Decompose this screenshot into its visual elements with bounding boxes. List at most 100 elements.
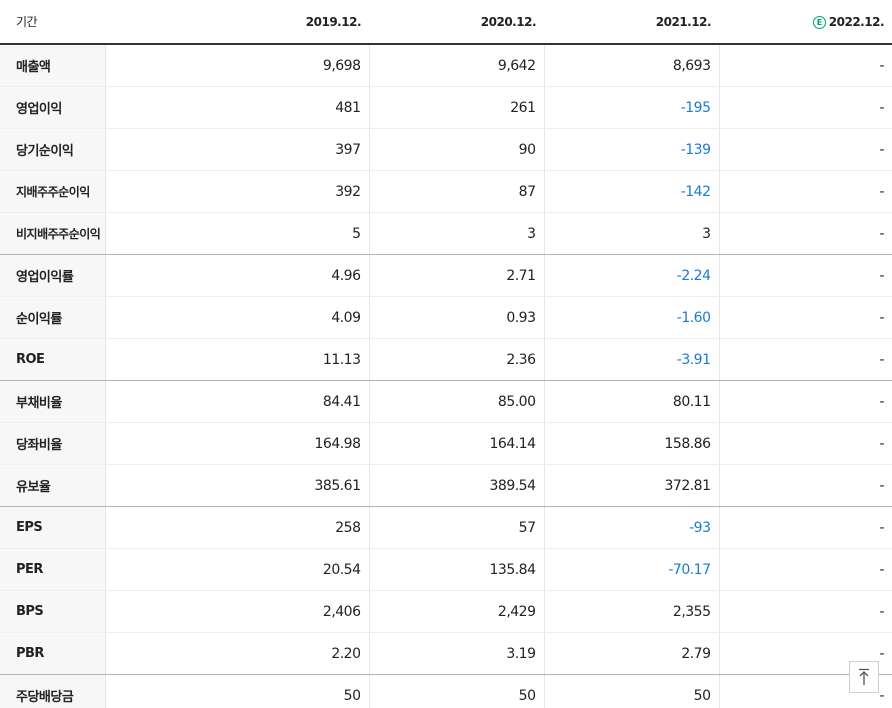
row-label: 순이익률 [0,296,106,339]
financial-table: 기간 2019.12. 2020.12. 2021.12. E 2022.12. … [0,0,892,708]
value-cell: 2.79 [544,632,720,675]
value-cell: 4.09 [105,296,370,339]
value-cell: - [719,464,892,507]
value-cell: -139 [544,128,720,171]
value-cell: 2,355 [544,590,720,633]
table-row: 매출액 9,698 9,642 8,693- [0,44,892,87]
value-cell: 2,406 [105,590,370,633]
value-cell: - [719,506,892,549]
value-cell: 3 [369,212,545,255]
table-row: PBR 2.20 3.19 2.79- [0,632,892,675]
value-cell: 84.41 [105,380,370,423]
period-2021-header: 2021.12. [544,0,719,45]
value-cell: 50 [105,674,370,708]
value-cell: 261 [369,86,545,129]
table-row: 당기순이익 397 90 -139- [0,128,892,171]
value-cell: -70.17 [544,548,720,591]
value-cell: 9,698 [105,44,370,87]
table-row: 유보율 385.61 389.54 372.81- [0,464,892,507]
value-cell: 2.36 [369,338,545,381]
value-cell: - [719,212,892,255]
value-cell: 164.98 [105,422,370,465]
row-label: PER [0,548,106,591]
value-cell: 4.96 [105,254,370,297]
value-cell: 392 [105,170,370,213]
value-cell: - [719,44,892,87]
row-label: 비지배주주순이익 [0,212,106,255]
value-cell: 8,693 [544,44,720,87]
value-cell: - [719,170,892,213]
value-cell: 50 [544,674,720,708]
row-label: 영업이익 [0,86,106,129]
value-cell: -93 [544,506,720,549]
value-cell: 5 [105,212,370,255]
row-label: 지배주주순이익 [0,170,106,213]
value-cell: 3.19 [369,632,545,675]
row-label: ROE [0,338,106,381]
estimate-badge-icon: E [812,15,826,29]
value-cell: 20.54 [105,548,370,591]
value-cell: - [719,338,892,381]
value-cell: - [719,86,892,129]
value-cell: 3 [544,212,720,255]
value-cell: 9,642 [369,44,545,87]
table-row: 주당배당금 50 50 50- [0,674,892,708]
value-cell: 87 [369,170,545,213]
table-row: PER 20.54 135.84 -70.17- [0,548,892,591]
row-label: 부채비율 [0,380,106,423]
table-row: 당좌비율 164.98 164.14 158.86- [0,422,892,465]
table-row: ROE 11.13 2.36 -3.91- [0,338,892,381]
period-header: 기간 [0,0,105,45]
row-label: 매출액 [0,44,106,87]
value-cell: -142 [544,170,720,213]
arrow-up-to-line-icon [859,668,869,685]
row-label: 주당배당금 [0,674,106,708]
value-cell: -3.91 [544,338,720,381]
value-cell: - [719,380,892,423]
value-cell: 90 [369,128,545,171]
value-cell: - [719,548,892,591]
row-label: 유보율 [0,464,106,507]
period-2019-header: 2019.12. [105,0,369,45]
scroll-top-button[interactable] [849,661,879,693]
table-row: 비지배주주순이익 5 3 3- [0,212,892,255]
row-label: PBR [0,632,106,675]
table-row: 지배주주순이익 392 87 -142- [0,170,892,213]
value-cell: -2.24 [544,254,720,297]
value-cell: 50 [369,674,545,708]
value-cell: 2.20 [105,632,370,675]
value-cell: 135.84 [369,548,545,591]
value-cell: 2,429 [369,590,545,633]
row-label: 당좌비율 [0,422,106,465]
table-row: 순이익률 4.09 0.93 -1.60- [0,296,892,339]
value-cell: 397 [105,128,370,171]
table-row: 영업이익률 4.96 2.71 -2.24- [0,254,892,297]
value-cell: -195 [544,86,720,129]
value-cell: 2.71 [369,254,545,297]
row-label: BPS [0,590,106,633]
value-cell: - [719,590,892,633]
value-cell: 258 [105,506,370,549]
table-row: 영업이익 481 261 -195- [0,86,892,129]
value-cell: 372.81 [544,464,720,507]
row-label: 당기순이익 [0,128,106,171]
value-cell: 57 [369,506,545,549]
table-row: EPS 258 57 -93- [0,506,892,549]
table-row: 부채비율 84.41 85.00 80.11- [0,380,892,423]
value-cell: 158.86 [544,422,720,465]
value-cell: 80.11 [544,380,720,423]
value-cell: -1.60 [544,296,720,339]
value-cell: 481 [105,86,370,129]
row-label: EPS [0,506,106,549]
value-cell: - [719,128,892,171]
table-header-row: 기간 2019.12. 2020.12. 2021.12. E 2022.12. [0,0,892,45]
table-row: BPS 2,406 2,429 2,355- [0,590,892,633]
value-cell: 0.93 [369,296,545,339]
period-2020-header: 2020.12. [369,0,544,45]
row-label: 영업이익률 [0,254,106,297]
value-cell: - [719,296,892,339]
value-cell: - [719,254,892,297]
value-cell: 385.61 [105,464,370,507]
period-2022-header: E 2022.12. [719,0,892,45]
value-cell: - [719,422,892,465]
